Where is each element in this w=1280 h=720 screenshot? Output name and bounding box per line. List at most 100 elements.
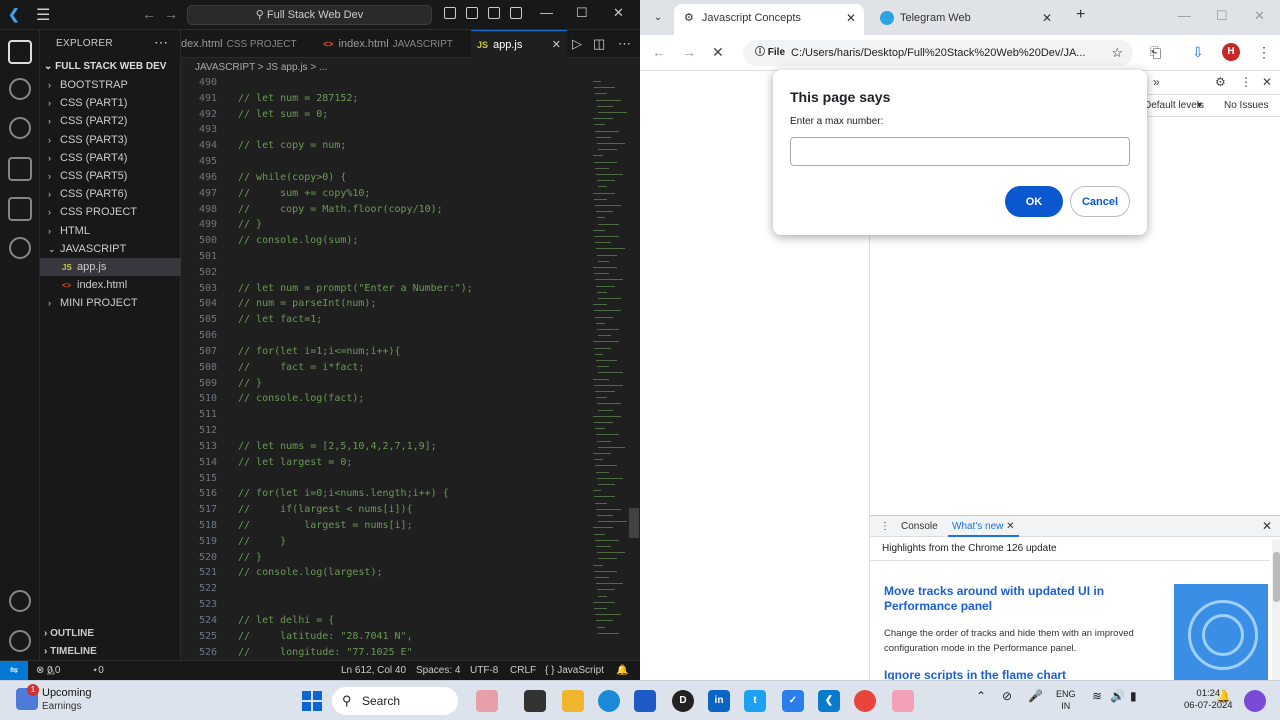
run-icon[interactable]: ▷	[572, 36, 582, 52]
code-line[interactable]: 526 // longitude: "77.1025 E"	[181, 647, 413, 660]
flowers-app-icon[interactable]	[476, 690, 498, 712]
code-line[interactable]: 501	[181, 251, 217, 267]
tab-dex-html[interactable]: dex.html CSS PROJECT	[181, 30, 311, 58]
root-folder[interactable]: ⌄ FULL STACK WEB DEV	[44, 61, 166, 72]
cursor-position[interactable]: Ln 612, Col 40	[341, 661, 406, 680]
toggle-panel-icon[interactable]	[466, 7, 478, 19]
file-explorer-icon[interactable]	[562, 690, 584, 712]
vscode-taskbar-icon[interactable]: ❮	[818, 690, 840, 712]
code-line[interactable]: 503 // let num = prompt("Enter a Number:"…	[181, 283, 473, 299]
more-panels-icon[interactable]: »	[1153, 75, 1160, 89]
code-line[interactable]: 519 // }	[181, 536, 286, 552]
store-icon[interactable]	[634, 690, 656, 712]
source-control-icon[interactable]	[9, 117, 31, 139]
code-line[interactable]: 510 // console.log(fact);	[181, 393, 365, 409]
outline-section[interactable]: › OUTLINE	[44, 628, 94, 639]
breadcrumb[interactable]: JAVASCRIPT > JS app.js > ...	[181, 59, 640, 77]
code-line[interactable]: 525 // latitude: "28.7041 N",	[181, 631, 413, 647]
notifications-bell-icon[interactable]: 🔔	[616, 661, 628, 680]
minimize-icon[interactable]: —	[540, 5, 553, 20]
back-arrow-icon[interactable]: ←	[652, 44, 666, 60]
issues-count[interactable]: No Issues	[1224, 95, 1268, 117]
tab-javascript-concepts[interactable]: ⚙ Javascript Concepts ✕	[674, 4, 864, 35]
tree-item[interactable]: › HTML	[40, 222, 181, 240]
code-line[interactable]: 518 // largest = nums[i];	[181, 520, 413, 536]
twitter-icon[interactable]: t	[744, 690, 766, 712]
devtools-settings-gear-icon[interactable]: ⚙	[1215, 75, 1226, 89]
code-line[interactable]: 493	[181, 124, 217, 140]
problems-status[interactable]: ⊗ 0 △ 0	[36, 661, 60, 680]
code-line[interactable]: 496 // while(copy>0) {	[181, 172, 346, 188]
code-line[interactable]: 499 // }	[181, 219, 262, 235]
tree-item[interactable]: › CSS (PART3)	[40, 131, 181, 149]
wifi-icon[interactable]: ≋	[1092, 689, 1102, 703]
command-center-search[interactable]: ⚲ Full Stack Web Dev	[187, 5, 432, 25]
indentation-status[interactable]: Spaces: 4	[416, 661, 460, 680]
minimap[interactable]	[591, 77, 631, 660]
tree-item[interactable]: › CSS (PART1)	[40, 94, 181, 112]
show-hidden-icons-icon[interactable]: ⌃	[976, 689, 986, 703]
tree-item[interactable]: › BOOTSTRAP	[40, 76, 181, 94]
code-line[interactable]: 511	[181, 409, 217, 425]
drawer-scrollbar[interactable]	[1272, 540, 1280, 681]
code-line[interactable]: 514 // let largest = 0;	[181, 457, 352, 473]
widgets-button[interactable]: 1 Upcoming Earnings	[16, 684, 116, 716]
tree-item[interactable]: JS app.js	[40, 258, 181, 276]
timeline-section[interactable]: › TIMELINE	[44, 646, 97, 657]
drawer-close-icon[interactable]: ✕	[1262, 516, 1272, 537]
tab-app-js[interactable]: JS app.js ✕	[471, 30, 567, 58]
downloads-icon[interactable]: ⇩	[1192, 44, 1204, 61]
code-line[interactable]: 521 // console.log(largest);	[181, 567, 383, 583]
prompt-input[interactable]	[790, 137, 1130, 166]
tab-close-icon[interactable]: ✕	[552, 31, 561, 59]
code-line[interactable]: 508 // fact = i*fact;	[181, 362, 365, 378]
tab-close-icon[interactable]: ✕	[1042, 4, 1052, 32]
tree-item[interactable]: <> index.html	[40, 276, 181, 294]
todo-icon[interactable]: ✓	[782, 690, 804, 712]
settings-gear-icon[interactable]	[9, 630, 31, 652]
code-line[interactable]: 498 // copy = Math.floor(copy/10);	[181, 204, 443, 220]
tab-telegram-web[interactable]: Telegram Web ✕	[870, 4, 1060, 35]
edge-icon[interactable]	[598, 690, 620, 712]
code-line[interactable]: 513 // let nums = [2,5,10,4,2,7,1,9];	[181, 441, 437, 457]
menu-icon[interactable]: ☰	[36, 5, 50, 25]
devtools-menu-icon[interactable]: ⋮	[1240, 75, 1252, 89]
code-line[interactable]: 523	[181, 599, 217, 615]
address-bar[interactable]: ⓘ File C:/Users/haris/Desktop/Full%20Sta…	[743, 40, 1133, 66]
battery-icon[interactable]: ▮	[1130, 689, 1137, 703]
drawer-menu-icon[interactable]: ⋮	[880, 516, 890, 537]
eol-status[interactable]: CRLF	[510, 661, 536, 680]
code-line[interactable]: 502	[181, 267, 217, 283]
devtools-close-icon[interactable]: ✕	[1262, 75, 1272, 89]
more-actions-icon[interactable]: ⋯	[154, 34, 168, 51]
code-line[interactable]: 504 // num = parseInt(num);	[181, 298, 377, 314]
extensions-icon[interactable]	[8, 197, 32, 221]
tab-close-icon[interactable]: ✕	[846, 4, 856, 32]
code-line[interactable]: 515	[181, 473, 217, 489]
code-line[interactable]: 505 // let fact=1;	[181, 314, 322, 330]
article-title-link[interactable]: Move tracks around with updated UI in Pe…	[884, 584, 1154, 614]
ports-status[interactable]: ⋆ 0	[92, 661, 104, 680]
toggle-sidebar-icon[interactable]	[444, 7, 456, 19]
code-line[interactable]: 491 // let num = 287152;	[181, 93, 358, 109]
bookmark-star-icon[interactable]: ☆	[1111, 40, 1123, 66]
code-line[interactable]: 506	[181, 330, 217, 346]
live-server-icon[interactable]	[9, 237, 31, 259]
tree-item[interactable]: › CSS (PART5)	[40, 167, 181, 185]
ok-button[interactable]: OK	[1005, 186, 1063, 217]
code-line[interactable]: 507 // for(let i=1;i<=num;i++){	[181, 346, 401, 362]
editor-scrollbar[interactable]	[629, 508, 639, 538]
maximize-icon[interactable]: ☐	[1216, 8, 1228, 24]
code-line[interactable]: 497 // sum += copy%10;	[181, 188, 371, 204]
code-line[interactable]: 517 // if(largest < nums[i]){	[181, 504, 413, 520]
code-line[interactable]: 512	[181, 425, 217, 441]
code-line[interactable]: 490	[181, 77, 217, 93]
tab-close-icon[interactable]: ✕	[1006, 521, 1014, 532]
start-button[interactable]	[302, 691, 322, 711]
log-levels-chevron-icon[interactable]: ▾	[1197, 95, 1202, 117]
cancel-button[interactable]: Cancel	[1070, 186, 1130, 217]
forward-arrow-icon[interactable]: →	[164, 6, 178, 22]
split-editor-icon[interactable]: ◫	[593, 36, 605, 52]
dell-icon[interactable]: D	[672, 690, 694, 712]
tree-item[interactable]: › CSS PROJECT	[40, 203, 181, 221]
